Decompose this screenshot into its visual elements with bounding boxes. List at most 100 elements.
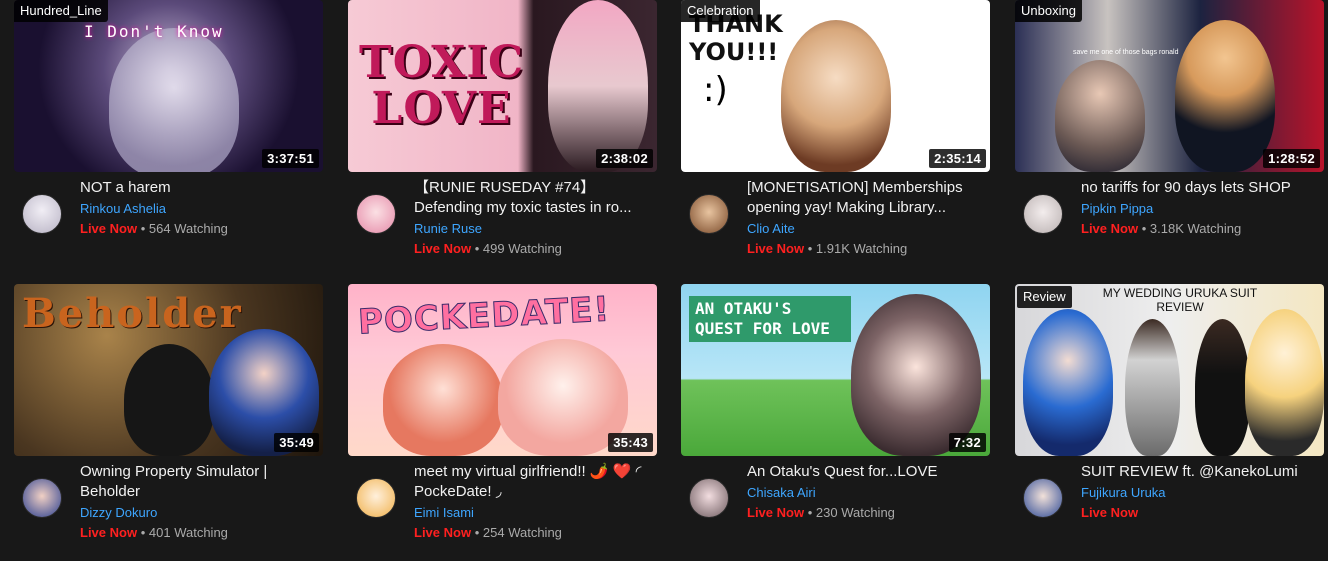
live-now-label: Live Now xyxy=(80,221,138,236)
thumbnail-caption: TOXIC LOVE xyxy=(358,36,525,134)
channel-avatar[interactable] xyxy=(1023,194,1063,234)
live-status: Live Now • 3.18K Watching xyxy=(1081,219,1319,239)
video-title[interactable]: meet my virtual girlfriend!! 🌶️ ❤️ ◜ Poc… xyxy=(414,462,652,502)
channel-name[interactable]: Fujikura Uruka xyxy=(1081,484,1319,502)
duration-badge: 1:28:52 xyxy=(1263,149,1320,168)
channel-avatar[interactable] xyxy=(1023,478,1063,518)
thumbnail-caption: save me one of those bags ronald xyxy=(1073,49,1179,56)
character-figure xyxy=(1245,309,1324,456)
video-thumbnail[interactable]: AN OTAKU'S QUEST FOR LOVE 7:32 xyxy=(681,284,990,456)
channel-name[interactable]: Dizzy Dokuro xyxy=(80,504,318,522)
watching-count: 3.18K Watching xyxy=(1149,221,1242,236)
category-tag: Celebration xyxy=(681,0,760,22)
video-title[interactable]: [MONETISATION] Memberships opening yay! … xyxy=(747,178,985,218)
category-tag: Unboxing xyxy=(1015,0,1082,22)
live-now-label: Live Now xyxy=(80,525,138,540)
video-title[interactable]: NOT a harem xyxy=(80,178,318,198)
separator-dot: • xyxy=(807,241,813,256)
watching-count: 230 Watching xyxy=(815,505,895,520)
thumbnail-caption: MY WEDDING URUKA SUIT REVIEW xyxy=(1102,286,1258,314)
thumbnail-caption: I Don't Know xyxy=(84,22,224,41)
live-status: Live Now • 401 Watching xyxy=(80,523,318,543)
category-tag: Review xyxy=(1017,286,1072,308)
separator-dot: • xyxy=(474,525,480,540)
video-title[interactable]: 【RUNIE RUSEDAY #74】 Defending my toxic t… xyxy=(414,178,652,218)
character-figure xyxy=(383,344,503,456)
video-card: Beholder 35:49 Owning Property Simulator… xyxy=(14,284,323,543)
character-figure xyxy=(109,28,239,172)
live-now-label: Live Now xyxy=(414,525,472,540)
live-status: Live Now • 230 Watching xyxy=(747,503,985,523)
channel-avatar[interactable] xyxy=(356,478,396,518)
watching-count: 499 Watching xyxy=(482,241,562,256)
video-title[interactable]: SUIT REVIEW ft. @KanekoLumi xyxy=(1081,462,1319,482)
video-meta: An Otaku's Quest for...LOVE Chisaka Airi… xyxy=(681,462,990,523)
video-meta: meet my virtual girlfriend!! 🌶️ ❤️ ◜ Poc… xyxy=(348,462,657,543)
category-tag: Hundred_Line xyxy=(14,0,108,22)
person-figure xyxy=(1125,319,1180,456)
thumbnail-caption: AN OTAKU'S QUEST FOR LOVE xyxy=(689,296,851,342)
watching-count: 254 Watching xyxy=(482,525,562,540)
video-meta: SUIT REVIEW ft. @KanekoLumi Fujikura Uru… xyxy=(1015,462,1324,523)
video-meta: NOT a harem Rinkou Ashelia Live Now • 56… xyxy=(14,178,323,239)
video-title[interactable]: Owning Property Simulator | Beholder xyxy=(80,462,318,502)
channel-name[interactable]: Clio Aite xyxy=(747,220,985,238)
thumbnail-caption: POCKEDATE! xyxy=(357,289,612,343)
live-status: Live Now • 254 Watching xyxy=(414,523,652,543)
video-card: TOXIC LOVE 2:38:02 【RUNIE RUSEDAY #74】 D… xyxy=(348,0,657,259)
duration-badge: 3:37:51 xyxy=(262,149,319,168)
channel-name[interactable]: Pipkin Pippa xyxy=(1081,200,1319,218)
live-now-label: Live Now xyxy=(747,241,805,256)
channel-avatar[interactable] xyxy=(689,194,729,234)
watching-count: 564 Watching xyxy=(148,221,228,236)
live-status: Live Now xyxy=(1081,503,1319,523)
duration-badge: 7:32 xyxy=(948,433,986,452)
channel-name[interactable]: Eimi Isami xyxy=(414,504,652,522)
video-thumbnail[interactable]: Beholder 35:49 xyxy=(14,284,323,456)
character-figure xyxy=(781,20,891,172)
live-now-label: Live Now xyxy=(1081,505,1139,520)
video-card: THANK YOU!!! :) Celebration 2:35:14 [MON… xyxy=(681,0,990,259)
watching-count: 1.91K Watching xyxy=(815,241,908,256)
character-silhouette xyxy=(124,344,214,456)
video-meta: no tariffs for 90 days lets SHOP Pipkin … xyxy=(1015,178,1324,239)
channel-avatar[interactable] xyxy=(356,194,396,234)
person-figure xyxy=(1175,20,1275,172)
separator-dot: • xyxy=(140,525,146,540)
video-title[interactable]: no tariffs for 90 days lets SHOP xyxy=(1081,178,1319,198)
duration-badge: 2:35:14 xyxy=(929,149,986,168)
video-meta: 【RUNIE RUSEDAY #74】 Defending my toxic t… xyxy=(348,178,657,259)
video-thumbnail[interactable]: MY WEDDING URUKA SUIT REVIEW Review xyxy=(1015,284,1324,456)
live-now-label: Live Now xyxy=(747,505,805,520)
person-figure xyxy=(1055,60,1145,172)
channel-avatar[interactable] xyxy=(22,478,62,518)
channel-avatar[interactable] xyxy=(689,478,729,518)
thumbnail-caption: Beholder xyxy=(22,290,243,337)
video-thumbnail[interactable]: THANK YOU!!! :) Celebration 2:35:14 xyxy=(681,0,990,172)
live-status: Live Now • 499 Watching xyxy=(414,239,652,259)
video-thumbnail[interactable]: save me one of those bags ronald Unboxin… xyxy=(1015,0,1324,172)
watching-count: 401 Watching xyxy=(148,525,228,540)
live-status: Live Now • 1.91K Watching xyxy=(747,239,985,259)
live-now-label: Live Now xyxy=(414,241,472,256)
separator-dot: • xyxy=(140,221,146,236)
video-thumbnail[interactable]: TOXIC LOVE 2:38:02 xyxy=(348,0,657,172)
video-card: MY WEDDING URUKA SUIT REVIEW Review SUIT… xyxy=(1015,284,1324,523)
video-thumbnail[interactable]: I Don't Know Hundred_Line 3:37:51 xyxy=(14,0,323,172)
duration-badge: 35:49 xyxy=(274,433,319,452)
channel-name[interactable]: Runie Ruse xyxy=(414,220,652,238)
channel-name[interactable]: Chisaka Airi xyxy=(747,484,985,502)
duration-badge: 35:43 xyxy=(608,433,653,452)
video-card: AN OTAKU'S QUEST FOR LOVE 7:32 An Otaku'… xyxy=(681,284,990,523)
channel-name[interactable]: Rinkou Ashelia xyxy=(80,200,318,218)
separator-dot: • xyxy=(1141,221,1147,236)
channel-avatar[interactable] xyxy=(22,194,62,234)
person-figure xyxy=(1195,319,1250,456)
duration-badge: 2:38:02 xyxy=(596,149,653,168)
video-card: POCKEDATE! 35:43 meet my virtual girlfri… xyxy=(348,284,657,543)
separator-dot: • xyxy=(807,505,813,520)
live-now-label: Live Now xyxy=(1081,221,1139,236)
video-thumbnail[interactable]: POCKEDATE! 35:43 xyxy=(348,284,657,456)
video-grid: I Don't Know Hundred_Line 3:37:51 NOT a … xyxy=(0,0,1328,561)
video-title[interactable]: An Otaku's Quest for...LOVE xyxy=(747,462,985,482)
